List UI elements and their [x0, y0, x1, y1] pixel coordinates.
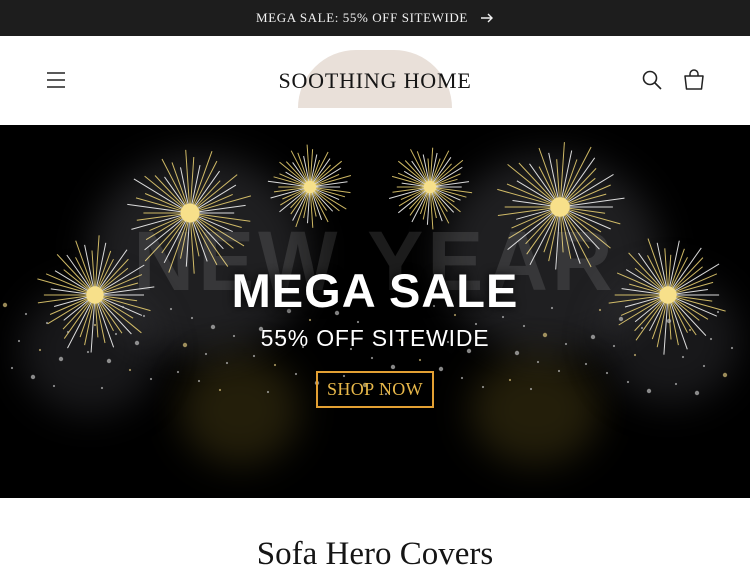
cart-button[interactable]: [681, 67, 707, 93]
site-logo[interactable]: SOOTHING HOME: [275, 50, 475, 108]
cart-icon: [684, 69, 704, 90]
site-header: SOOTHING HOME: [0, 36, 750, 125]
announcement-text[interactable]: MEGA SALE: 55% OFF SITEWIDE: [256, 10, 468, 26]
arrow-right-icon: [480, 13, 493, 23]
section-title: Sofa Hero Covers: [256, 536, 494, 572]
hero-title: MEGA SALE: [231, 264, 519, 317]
search-button[interactable]: [640, 68, 664, 92]
logo-text: SOOTHING HOME: [278, 68, 472, 93]
hero-subtitle: 55% OFF SITEWIDE: [260, 325, 490, 351]
hero-banner[interactable]: NEW YEAR MEGA SALE 55% OFF SITEWIDE SHOP…: [0, 125, 750, 498]
shop-now-button[interactable]: SHOP NOW: [316, 371, 434, 408]
menu-button[interactable]: [44, 68, 68, 92]
announcement-bar[interactable]: MEGA SALE: 55% OFF SITEWIDE: [0, 0, 750, 36]
hamburger-menu-icon: [47, 72, 65, 88]
search-icon: [642, 70, 662, 90]
